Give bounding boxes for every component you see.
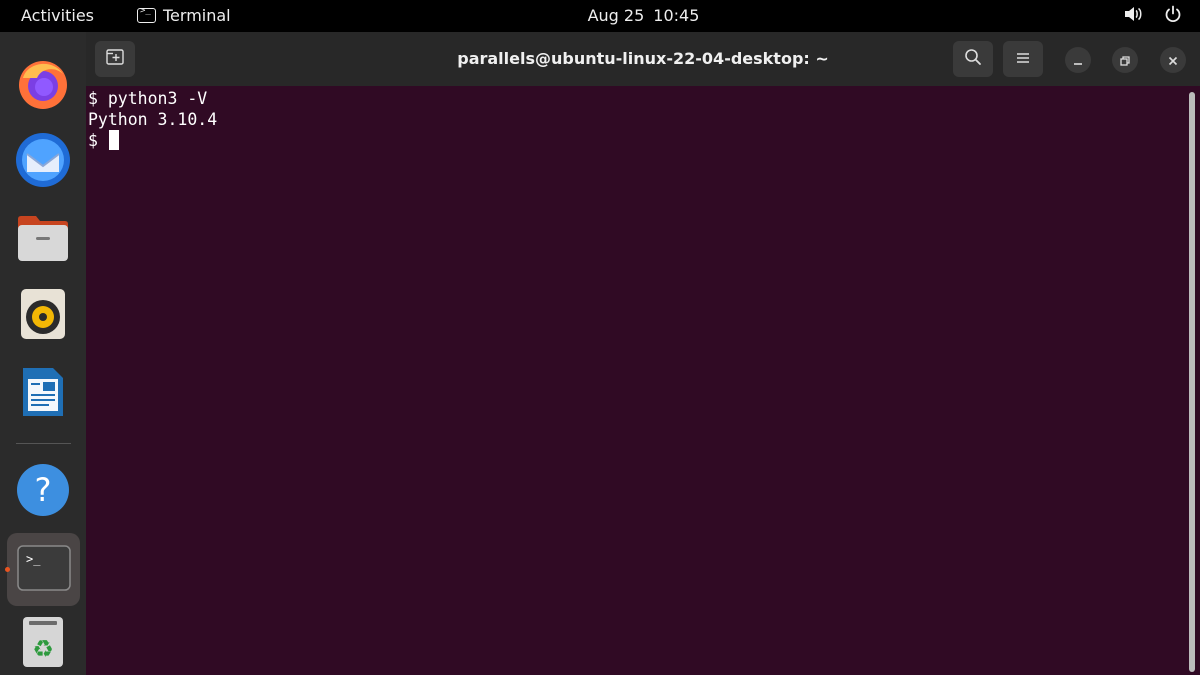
rhythmbox-icon — [19, 288, 67, 344]
scrollbar[interactable] — [1189, 92, 1195, 672]
help-icon: ? — [16, 463, 70, 521]
terminal-output[interactable]: $ python3 -V Python 3.10.4 $ — [88, 88, 1188, 675]
svg-text:?: ? — [35, 471, 52, 509]
system-tray[interactable] — [1124, 5, 1182, 27]
power-icon[interactable] — [1164, 5, 1182, 27]
svg-text:♻: ♻ — [32, 635, 54, 663]
search-icon — [964, 48, 982, 70]
terminal-prompt-line: $ — [88, 130, 1188, 151]
dock-item-firefox[interactable] — [16, 59, 70, 113]
search-button[interactable] — [953, 41, 993, 77]
trash-icon: ♻ — [21, 615, 65, 673]
clock[interactable]: Aug 25 10:45 — [0, 6, 1200, 25]
terminal-icon: >_ — [16, 544, 71, 595]
clock-date: Aug 25 — [587, 6, 645, 25]
terminal-line: $ python3 -V — [88, 89, 208, 108]
thunderbird-icon — [15, 132, 71, 192]
close-icon — [1168, 51, 1178, 70]
minimize-icon — [1073, 51, 1083, 70]
dock-item-terminal[interactable]: >_ — [7, 533, 80, 606]
terminal-window[interactable]: parallels@ubuntu-linux-22-04-desktop: ~ — [86, 32, 1200, 675]
close-button[interactable] — [1160, 47, 1186, 73]
terminal-prompt: $ — [88, 131, 108, 150]
clock-time: 10:45 — [653, 6, 700, 25]
svg-text:>_: >_ — [26, 552, 41, 566]
menu-button[interactable] — [1003, 41, 1043, 77]
dock-item-rhythmbox[interactable] — [16, 289, 70, 343]
header-bar[interactable]: parallels@ubuntu-linux-22-04-desktop: ~ — [86, 32, 1200, 86]
writer-icon — [20, 365, 66, 423]
minimize-button[interactable] — [1065, 47, 1091, 73]
dock-item-files[interactable] — [16, 213, 70, 267]
volume-icon[interactable] — [1124, 6, 1142, 26]
hamburger-menu-icon — [1015, 50, 1031, 69]
dock-item-thunderbird[interactable] — [15, 132, 71, 192]
terminal-line: Python 3.10.4 — [88, 110, 218, 129]
dock-item-help[interactable]: ? — [16, 463, 70, 521]
files-icon — [16, 213, 70, 267]
top-bar: Activities Terminal Aug 25 10:45 — [0, 0, 1200, 32]
terminal-cursor — [108, 130, 119, 150]
firefox-icon — [17, 58, 69, 114]
dock-item-writer[interactable] — [16, 367, 70, 421]
dock: ? >_ ♻ — [0, 32, 86, 675]
dock-separator — [16, 443, 71, 444]
restore-icon — [1120, 51, 1130, 70]
active-indicator — [5, 567, 10, 572]
dock-item-trash[interactable]: ♻ — [16, 617, 70, 671]
maximize-button[interactable] — [1112, 47, 1138, 73]
